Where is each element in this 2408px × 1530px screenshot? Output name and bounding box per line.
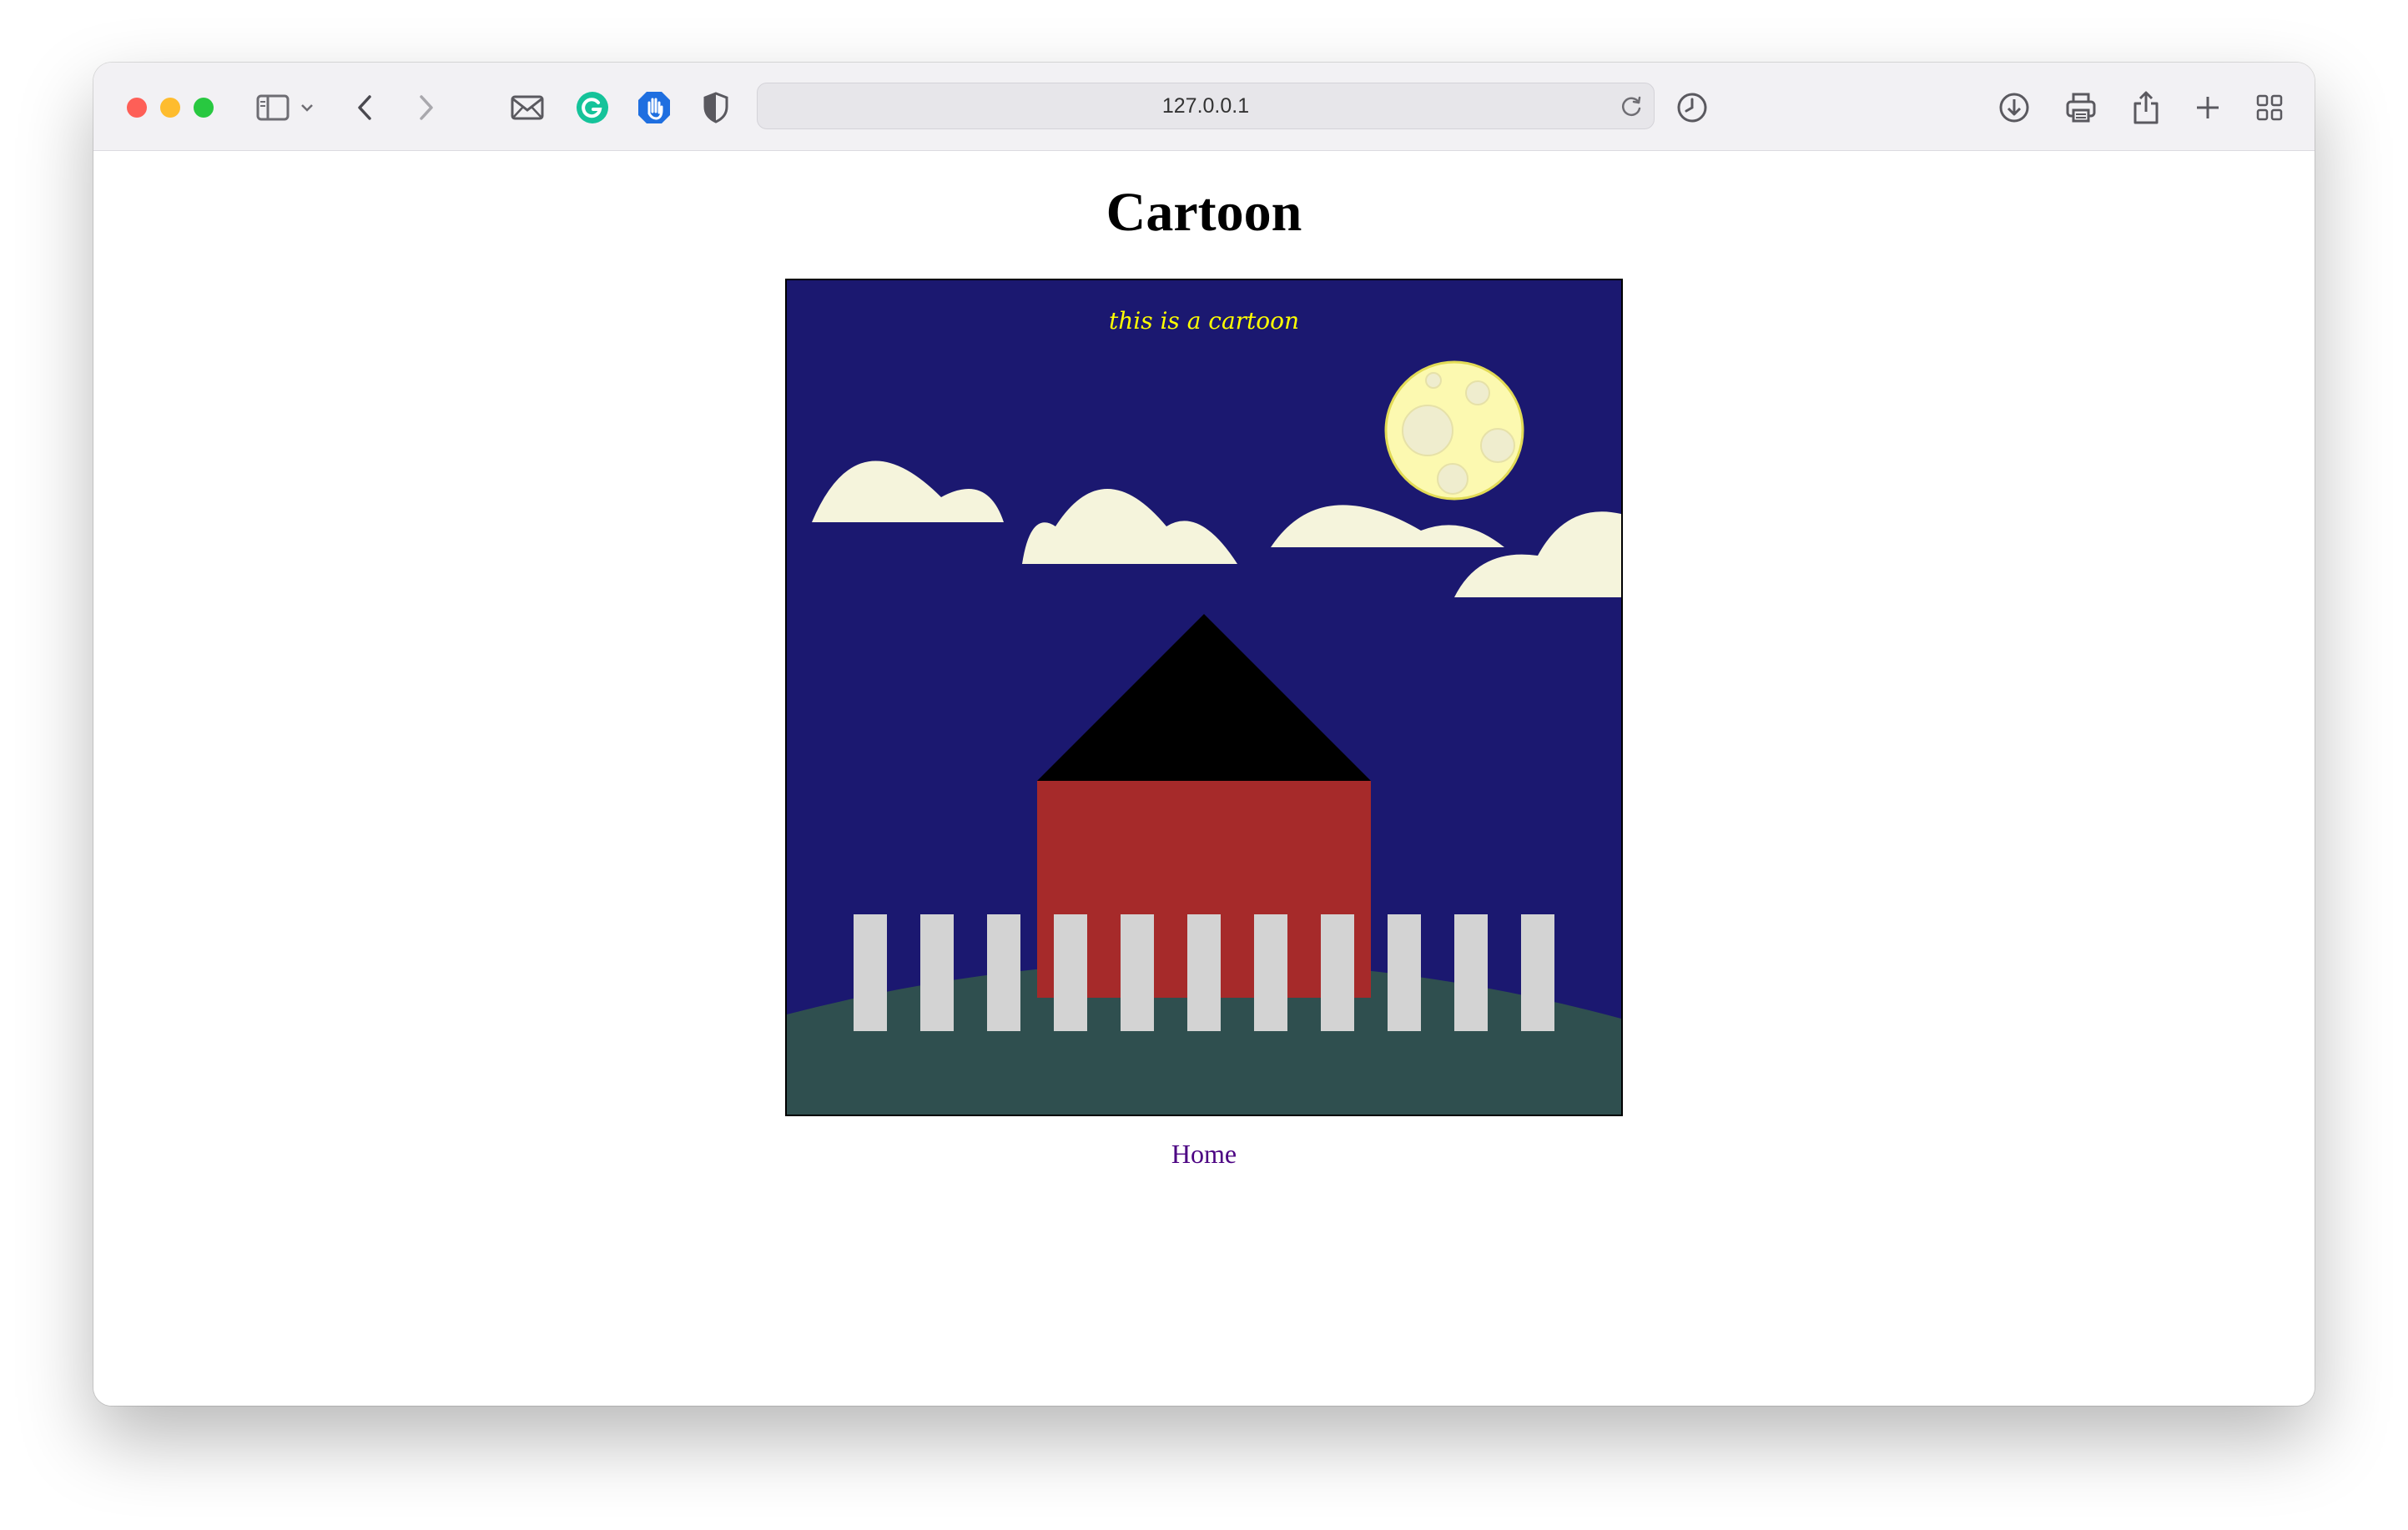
cartoon-caption: this is a cartoon [1109, 307, 1299, 335]
hand-block-icon[interactable] [634, 88, 674, 128]
tab-overview-icon[interactable] [2249, 88, 2290, 128]
home-link-container: Home [93, 1139, 2315, 1170]
fence-picket [1388, 914, 1421, 1031]
new-tab-icon[interactable] [2188, 88, 2228, 128]
share-icon[interactable] [2126, 88, 2166, 128]
address-bar[interactable]: 127.0.0.1 [757, 83, 1655, 129]
mail-icon[interactable] [507, 88, 547, 128]
reload-icon[interactable] [1619, 94, 1644, 119]
fence-picket [854, 914, 887, 1031]
forward-icon[interactable] [406, 88, 446, 128]
fence-picket [1254, 914, 1287, 1031]
shield-icon[interactable] [696, 88, 736, 128]
fence-picket [1321, 914, 1354, 1031]
page-content: Cartoon this is a cartoon Home [93, 151, 2315, 1406]
home-link[interactable]: Home [1171, 1139, 1237, 1169]
close-window-button[interactable] [127, 98, 147, 118]
browser-window: 127.0.0.1 Cartoon this is a cartoon Home [93, 63, 2315, 1406]
cartoon-drawing: this is a cartoon [787, 280, 1621, 1115]
maximize-window-button[interactable] [194, 98, 214, 118]
moon [1384, 360, 1524, 501]
print-icon[interactable] [2061, 88, 2101, 128]
fence-picket [1187, 914, 1221, 1031]
history-clock-icon[interactable] [1672, 88, 1712, 128]
fence-picket [1121, 914, 1154, 1031]
download-icon[interactable] [1994, 88, 2034, 128]
fence-picket [920, 914, 954, 1031]
chevron-down-icon[interactable] [297, 88, 317, 128]
fence-picket [987, 914, 1020, 1031]
cartoon-canvas: this is a cartoon [785, 279, 1623, 1116]
grammarly-icon[interactable] [572, 88, 612, 128]
browser-toolbar: 127.0.0.1 [93, 63, 2315, 151]
minimize-window-button[interactable] [160, 98, 180, 118]
fence-picket [1454, 914, 1488, 1031]
sidebar-icon[interactable] [253, 88, 293, 128]
page-title: Cartoon [1106, 182, 1302, 243]
back-icon[interactable] [345, 88, 385, 128]
fence-picket [1521, 914, 1554, 1031]
url-text[interactable]: 127.0.0.1 [758, 83, 1654, 128]
fence-picket [1054, 914, 1087, 1031]
